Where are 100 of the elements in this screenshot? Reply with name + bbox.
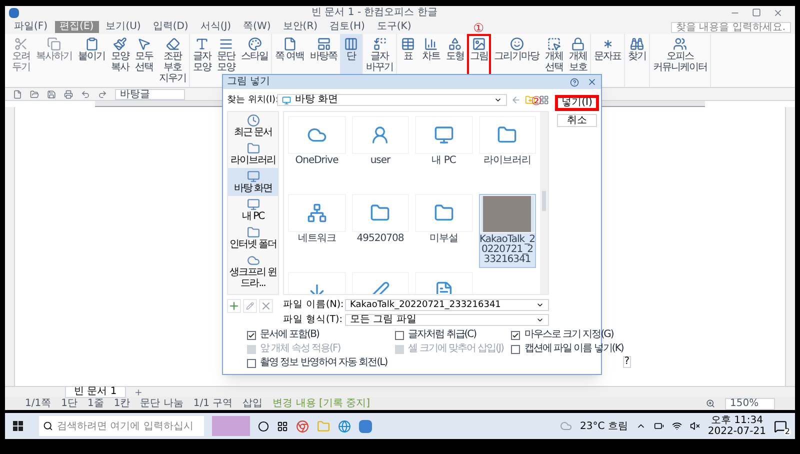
maximize-icon[interactable] (752, 8, 761, 17)
place-item[interactable]: 내 PC (228, 196, 278, 224)
ribbon-icon (316, 37, 331, 51)
windows-logo-icon[interactable] (13, 421, 23, 431)
place-icon (246, 254, 260, 267)
ribbon-button[interactable]: 조판 부호 지우기 (156, 34, 189, 87)
document-tab[interactable]: 빈 문서 1 (65, 386, 126, 398)
zoom-dropdown[interactable]: 150% (725, 398, 775, 410)
open-folder-icon[interactable] (30, 90, 39, 98)
hwp-app-icon[interactable] (359, 420, 372, 432)
close-icon[interactable] (773, 8, 783, 18)
menu-tab[interactable]: 도구(K) (372, 21, 416, 33)
place-item[interactable]: 인터넷 폴더 (228, 224, 278, 252)
checkmark-icon (512, 332, 520, 338)
notification-icon[interactable] (774, 420, 787, 432)
place-item[interactable]: 라이브러리 (228, 140, 278, 168)
menu-tab[interactable]: 쪽(W) (238, 21, 276, 33)
print-icon[interactable] (64, 90, 73, 98)
checkbox[interactable]: 문서에 포함(B) (247, 330, 388, 340)
location-dropdown[interactable]: 바탕 화면 (277, 94, 507, 106)
ribbon-button[interactable]: 모양 복사 (108, 34, 132, 87)
add-tab-icon[interactable] (134, 388, 143, 396)
status-item: 1칸 (114, 398, 130, 408)
checkbox[interactable]: 글자처럼 취급(C) (395, 330, 504, 340)
edit-icon[interactable] (243, 299, 257, 313)
insert-button[interactable]: 넣기(I) (555, 95, 599, 111)
task-view-icon[interactable] (277, 420, 288, 432)
place-item[interactable]: 최근 문서 (228, 112, 278, 140)
chrome-icon[interactable] (296, 420, 309, 432)
undo-icon[interactable] (81, 90, 90, 98)
place-item[interactable]: 생크프리 윈드라... (228, 252, 278, 291)
ribbon-icon (372, 37, 387, 51)
ribbon-button[interactable]: 오피스 커뮤니케이터 (650, 34, 710, 87)
dialog-title: 그림 넣기 (227, 77, 272, 87)
menu-tab[interactable]: 보기(U) (100, 21, 146, 33)
checkbox[interactable]: 촬영 정보 반영하여 자동 회전(L) (247, 358, 388, 368)
ribbon-button[interactable]: 개체 선택 (542, 34, 566, 87)
ribbon-button[interactable]: 표 (397, 34, 420, 87)
folder-icon (434, 203, 454, 223)
file-item[interactable]: KakaoTalk_20220721_233216341 (478, 194, 536, 268)
save-icon[interactable] (47, 90, 56, 98)
ribbon-button[interactable]: 붙이기 (75, 34, 108, 87)
style-dropdown[interactable]: 바탕글 (115, 88, 185, 100)
place-icon (246, 198, 260, 211)
ribbon-button[interactable]: 쪽 여백 (272, 34, 308, 87)
ribbon-icon (47, 37, 61, 51)
cortana-icon[interactable] (258, 420, 269, 432)
back-icon[interactable] (511, 95, 521, 105)
new-file-icon[interactable] (13, 90, 22, 98)
ribbon-icon (673, 37, 688, 51)
ribbon-icon (472, 37, 486, 51)
file-name-field[interactable]: KakaoTalk_20220721_233216341 (345, 299, 549, 311)
ribbon-button[interactable]: 도형 (443, 34, 468, 87)
ribbon-button[interactable]: 문자표 (591, 34, 624, 87)
clock-time: 오후 11:34 (710, 415, 763, 426)
help-search-field[interactable]: 찾을 내용을 입력하세요. (671, 22, 791, 32)
ribbon-button[interactable]: 바탕쪽 (307, 34, 340, 87)
ribbon-button[interactable]: 그리기마당 (491, 34, 542, 87)
checkmark-icon (248, 332, 255, 338)
browser-icon[interactable] (338, 420, 351, 432)
ribbon-button[interactable]: 개체 보호 (566, 34, 590, 87)
ribbon-icon (401, 37, 416, 51)
menu-tab[interactable]: 검토(H) (324, 21, 370, 33)
file-type-dropdown[interactable]: 모든 그림 파일 (345, 314, 549, 326)
redo-icon[interactable] (98, 90, 107, 98)
place-icon (246, 142, 260, 155)
ribbon-icon (219, 37, 233, 51)
network-icon (306, 203, 327, 223)
delete-icon[interactable] (259, 299, 273, 313)
menu-tab[interactable]: 파일(F) (9, 21, 53, 33)
ribbon-icon (424, 37, 438, 51)
ribbon-button[interactable]: 글자 모양 (190, 34, 214, 87)
menu-tab[interactable]: 보안(R) (278, 21, 323, 33)
help-button[interactable]: ? (623, 356, 631, 368)
menu-tab[interactable]: 입력(D) (148, 21, 194, 33)
help-icon[interactable] (570, 78, 579, 86)
ribbon-icon (282, 37, 297, 51)
battery-icon[interactable] (654, 421, 664, 431)
vertical-scrollbar[interactable] (540, 112, 548, 294)
status-item: 1줄 (87, 398, 104, 408)
notification-count: 2 (784, 428, 791, 436)
zoom-icon[interactable] (706, 399, 715, 408)
close-icon[interactable] (587, 77, 597, 87)
ribbon-button[interactable]: 찾기 (625, 34, 650, 87)
wifi-icon[interactable] (672, 421, 682, 431)
add-icon[interactable] (227, 299, 241, 313)
ribbon-icon (14, 37, 28, 51)
ribbon-icon (166, 37, 180, 51)
vertical-scrollbar[interactable] (785, 107, 795, 386)
pc-icon (434, 125, 454, 145)
cancel-button[interactable]: 취소 (557, 114, 597, 127)
user-icon (370, 125, 390, 145)
place-item[interactable]: 바탕 화면 (228, 168, 278, 196)
menu-tab[interactable]: 서식(J) (195, 21, 236, 33)
ribbon-button[interactable]: 글자 바꾸기 (363, 34, 396, 87)
muted-speaker-icon[interactable] (690, 421, 700, 431)
taskbar-search-field[interactable]: 검색하려면 여기에 입력하십시 (39, 416, 204, 436)
ribbon-button[interactable]: 차트 (419, 34, 444, 87)
app-logo-icon (9, 8, 19, 18)
ribbon-button[interactable]: 모두 선택 (132, 34, 156, 87)
